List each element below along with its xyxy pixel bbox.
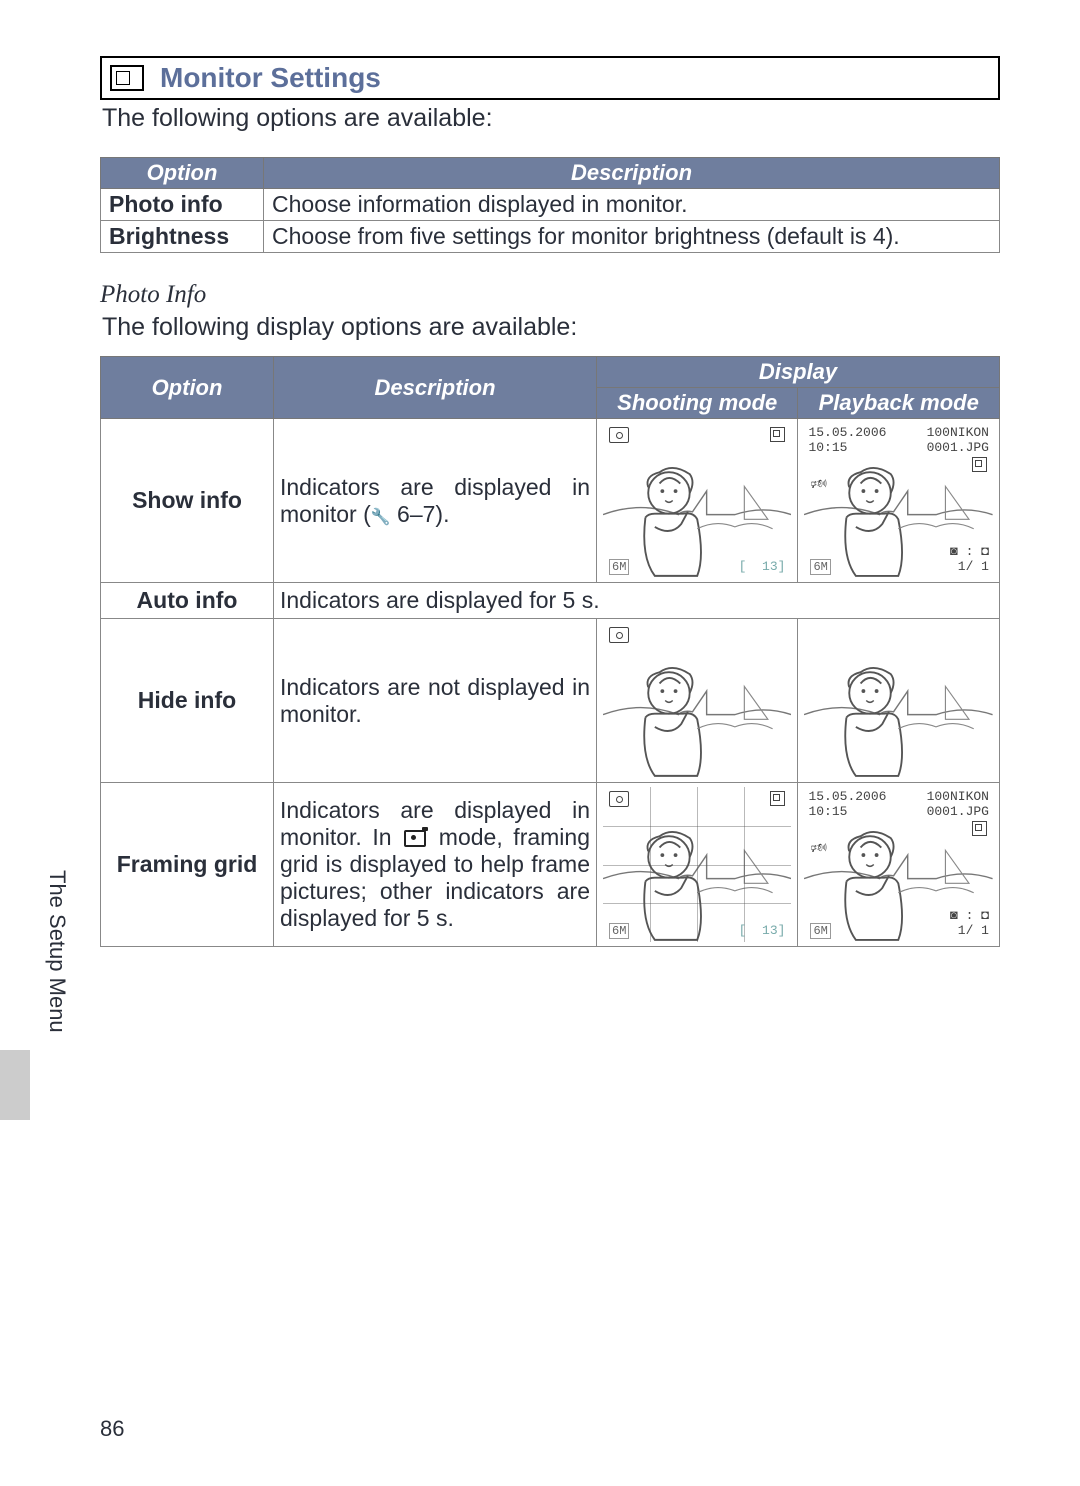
desc-cell: Choose from five settings for monitor br…: [264, 221, 1000, 253]
voice-memo-icon: 🕬: [810, 475, 827, 497]
sample-illustration: [603, 623, 791, 778]
section-title: Monitor Settings: [160, 62, 381, 94]
memory-card-icon: [770, 427, 785, 442]
sample-illustration: [603, 787, 791, 942]
resolution-badge: 6M: [609, 559, 629, 575]
desc-cell: Indicators are displayed in monitor (🔧 6…: [274, 419, 597, 583]
memory-card-icon: [770, 791, 785, 806]
desc-cell: Indicators are displayed for 5 s.: [274, 583, 1000, 619]
camera-mode-icon: [609, 627, 629, 643]
memory-card-icon: [972, 457, 987, 472]
subsection-intro: The following display options are availa…: [102, 313, 998, 342]
playback-cell: 15.05.200610:15100NIKON0001.JPG🕬6M◙ : ◘1…: [798, 783, 1000, 947]
table-row: Photo info Choose information displayed …: [101, 189, 1000, 221]
col-description: Description: [274, 357, 597, 419]
desc-cell: Indicators are displayed in monitor. In …: [274, 783, 597, 947]
section-header: Monitor Settings: [100, 56, 1000, 100]
col-description: Description: [264, 158, 1000, 189]
shooting-cell: 6M[ 13]: [597, 419, 798, 583]
desc-cell: Indicators are not displayed in monitor.: [274, 619, 597, 783]
col-display: Display: [597, 357, 1000, 388]
page-number: 86: [100, 1416, 124, 1442]
sample-illustration: [603, 423, 791, 578]
display-table: Option Description Display Shooting mode…: [100, 356, 1000, 947]
camera-mode-icon: [609, 427, 629, 443]
option-cell: Hide info: [101, 619, 274, 783]
shooting-cell: 6M[ 13]: [597, 783, 798, 947]
camera-icon: [404, 830, 426, 847]
intro-text: The following options are available:: [102, 104, 998, 133]
option-cell: Show info: [101, 419, 274, 583]
table-row: Auto info Indicators are displayed for 5…: [101, 583, 1000, 619]
monitor-icon: [110, 65, 144, 91]
wrench-icon: 🔧: [371, 509, 391, 526]
table-row: Show info Indicators are displayed in mo…: [101, 419, 1000, 583]
playback-cell: [798, 619, 1000, 783]
side-tab: [0, 1050, 30, 1120]
col-option: Option: [101, 357, 274, 419]
sample-illustration: [804, 623, 993, 778]
resolution-badge: 6M: [810, 559, 830, 575]
option-cell: Auto info: [101, 583, 274, 619]
camera-mode-icon: [609, 791, 629, 807]
voice-memo-icon: 🕬: [810, 839, 827, 861]
playback-cell: 15.05.200610:15100NIKON0001.JPG🕬6M◙ : ◘1…: [798, 419, 1000, 583]
col-shooting: Shooting mode: [597, 388, 798, 419]
option-cell: Brightness: [101, 221, 264, 253]
desc-cell: Choose information displayed in monitor.: [264, 189, 1000, 221]
table-row: Brightness Choose from five settings for…: [101, 221, 1000, 253]
col-option: Option: [101, 158, 264, 189]
col-playback: Playback mode: [798, 388, 1000, 419]
option-cell: Photo info: [101, 189, 264, 221]
memory-card-icon: [972, 821, 987, 836]
subsection-title: Photo Info: [100, 281, 1000, 309]
table-row: Framing grid Indicators are displayed in…: [101, 783, 1000, 947]
resolution-badge: 6M: [810, 923, 830, 939]
table-row: Hide info Indicators are not displayed i…: [101, 619, 1000, 783]
options-table: Option Description Photo info Choose inf…: [100, 157, 1000, 253]
shooting-cell: [597, 619, 798, 783]
option-cell: Framing grid: [101, 783, 274, 947]
side-caption: The Setup Menu: [44, 870, 70, 1033]
resolution-badge: 6M: [609, 923, 629, 939]
